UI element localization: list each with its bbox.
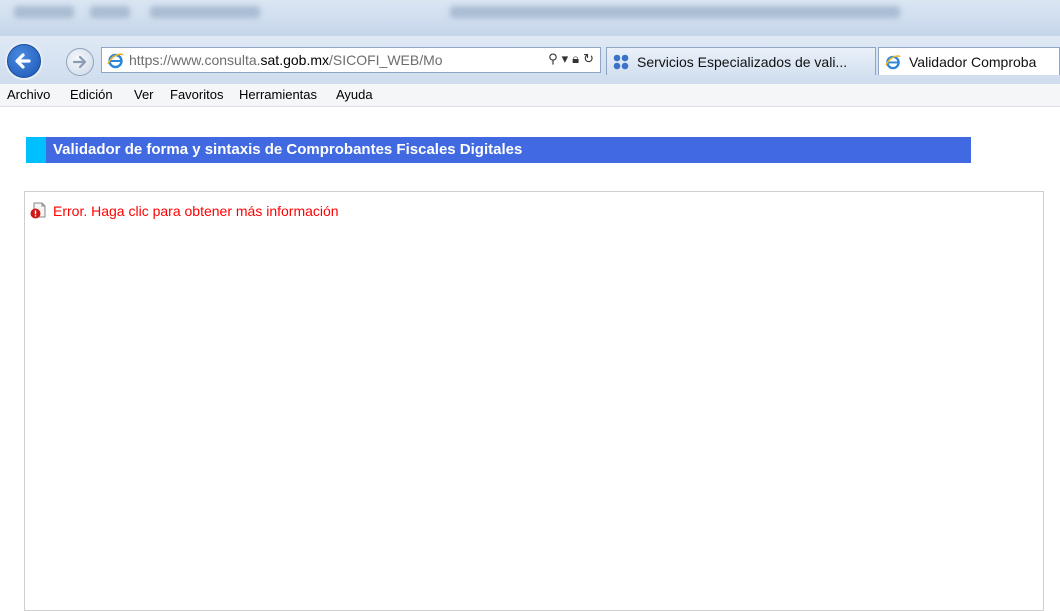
error-document-icon: [30, 202, 46, 219]
banner-accent: [26, 137, 46, 163]
menu-archivo[interactable]: Archivo: [7, 87, 50, 102]
arrow-right-icon: [72, 55, 87, 69]
grid-icon: [613, 54, 629, 70]
result-panel: Error. Haga clic para obtener más inform…: [24, 191, 1044, 611]
address-bar[interactable]: https://www.consulta.sat.gob.mx/SICOFI_W…: [101, 47, 601, 73]
url-text: https://www.consulta.sat.gob.mx/SICOFI_W…: [129, 52, 443, 68]
error-message[interactable]: Error. Haga clic para obtener más inform…: [53, 203, 339, 219]
forward-button[interactable]: [66, 48, 94, 76]
refresh-icon[interactable]: ↻: [583, 51, 594, 69]
menu-herramientas[interactable]: Herramientas: [239, 87, 317, 102]
error-link[interactable]: Error. Haga clic para obtener más inform…: [30, 202, 339, 219]
navigation-bar: https://www.consulta.sat.gob.mx/SICOFI_W…: [0, 36, 1060, 84]
arrow-left-icon: [15, 53, 31, 69]
tab-label: Servicios Especializados de vali...: [637, 54, 848, 70]
back-button[interactable]: [7, 44, 41, 78]
menu-bar: Archivo Edición Ver Favoritos Herramient…: [0, 84, 1060, 107]
tab-servicios[interactable]: Servicios Especializados de vali...: [606, 47, 876, 75]
window-titlebar: [0, 0, 1060, 36]
menu-ayuda[interactable]: Ayuda: [336, 87, 373, 102]
tab-validador[interactable]: Validador Comproba: [878, 47, 1060, 75]
menu-ver[interactable]: Ver: [134, 87, 154, 102]
page-title: Validador de forma y sintaxis de Comprob…: [53, 141, 523, 158]
search-icon[interactable]: ⚲: [548, 51, 558, 69]
dropdown-icon[interactable]: ▾: [562, 51, 569, 69]
page-banner: Validador de forma y sintaxis de Comprob…: [26, 137, 971, 163]
menu-favoritos[interactable]: Favoritos: [170, 87, 223, 102]
ie-icon: [885, 55, 901, 70]
menu-edicion[interactable]: Edición: [70, 87, 113, 102]
ie-icon: [107, 53, 124, 69]
lock-icon[interactable]: 🔒︎: [572, 51, 579, 69]
tab-label: Validador Comproba: [909, 54, 1037, 70]
